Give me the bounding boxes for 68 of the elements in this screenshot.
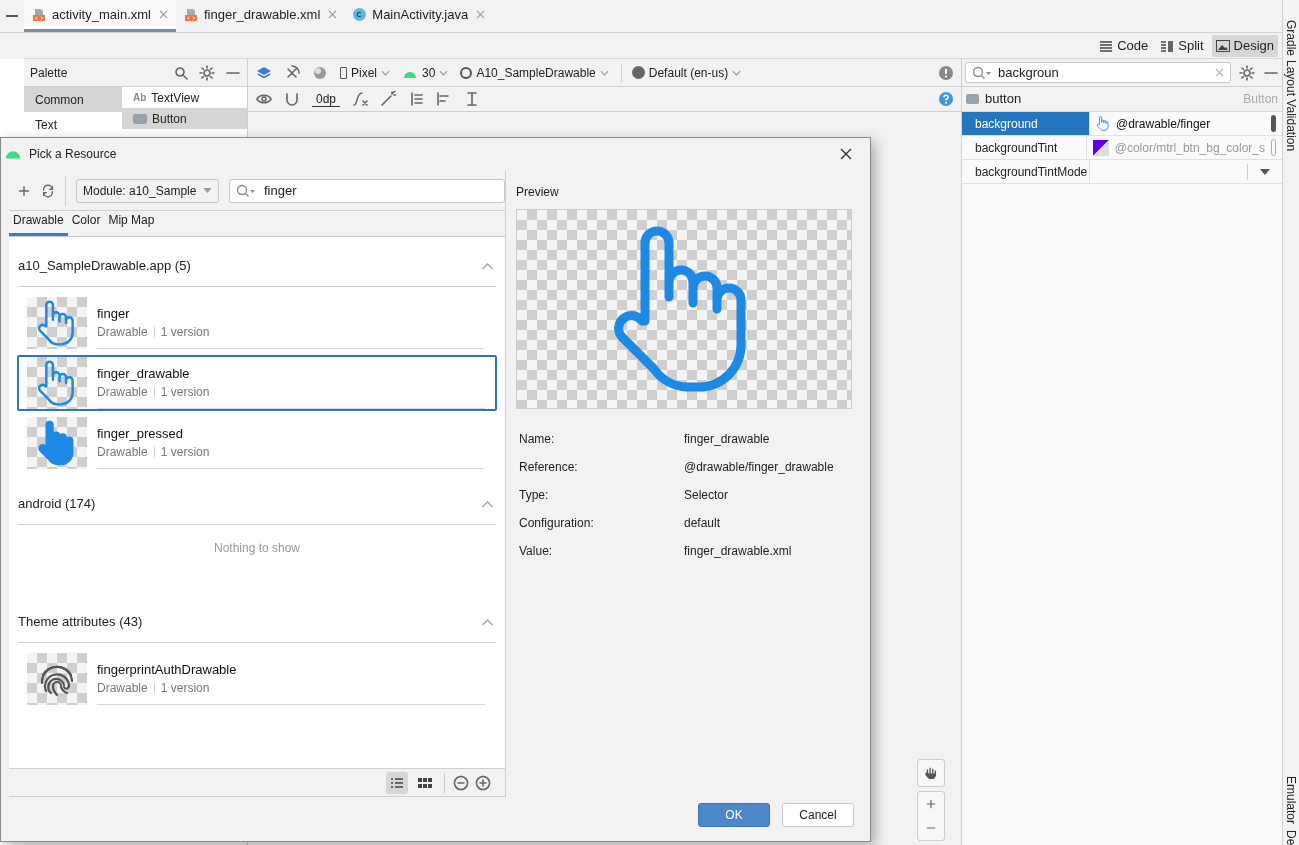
field-value: Selector bbox=[684, 487, 729, 504]
module-dropdown[interactable]: Module: a10_Sample bbox=[76, 178, 219, 203]
resource-item[interactable]: finger_drawable Drawable 1 version bbox=[17, 355, 497, 411]
component-type: Button bbox=[1243, 91, 1278, 108]
view-mode-button[interactable]: Split bbox=[1156, 34, 1208, 57]
attribute-value[interactable]: @drawable/finger bbox=[1116, 114, 1265, 133]
version-count: 1 version bbox=[160, 323, 210, 341]
version-count: 1 version bbox=[160, 679, 210, 697]
attribute-name[interactable]: background bbox=[962, 112, 1090, 135]
text-icon: Ab bbox=[133, 90, 147, 105]
resource-tab[interactable]: Color bbox=[67, 211, 105, 236]
resource-item[interactable]: finger Drawable 1 version bbox=[17, 295, 497, 351]
resource-name: fingerprintAuthDrawable bbox=[97, 660, 238, 679]
resource-type: Drawable bbox=[97, 383, 148, 401]
editor-tab[interactable]: MainActivity.java bbox=[345, 0, 494, 32]
version-count: 1 version bbox=[160, 443, 210, 461]
tab-label: activity_main.xml bbox=[52, 5, 151, 24]
resource-tab[interactable]: Mip Map bbox=[104, 211, 159, 236]
attribute-name[interactable]: backgroundTintMode bbox=[962, 160, 1090, 183]
editor-tab[interactable]: activity_main.xml bbox=[24, 0, 176, 32]
component-name: button bbox=[985, 90, 1023, 109]
panel-title: Palette bbox=[30, 64, 69, 82]
field-value: finger_drawable bbox=[684, 431, 770, 448]
version-count: 1 version bbox=[160, 383, 210, 401]
field-label: Name: bbox=[518, 431, 556, 448]
resource-name: finger_drawable bbox=[97, 364, 191, 383]
field-label: Reference: bbox=[518, 459, 579, 476]
resource-type: Drawable bbox=[97, 323, 148, 341]
cancel-button[interactable]: Cancel bbox=[782, 803, 854, 827]
palette-category[interactable]: Common bbox=[24, 87, 122, 112]
field-label: Configuration: bbox=[518, 515, 595, 532]
resource-name: finger bbox=[97, 304, 131, 323]
resource-type: Drawable bbox=[97, 443, 148, 461]
tool-window-tab[interactable]: Gradle bbox=[1278, 20, 1299, 57]
resource-item[interactable]: fingerprintAuthDrawable Drawable 1 version bbox=[17, 651, 497, 707]
resource-item[interactable]: finger_pressed Drawable 1 version bbox=[17, 415, 497, 471]
tool-window-tab[interactable]: Layout Validation bbox=[1278, 60, 1299, 152]
tool-window-tab[interactable]: De bbox=[1278, 829, 1299, 845]
device-dropdown[interactable]: Pixel bbox=[340, 63, 390, 82]
empty-message: Nothing to show bbox=[213, 540, 301, 557]
field-value: finger_drawable.xml bbox=[684, 543, 792, 560]
tool-window-tab[interactable]: Emulator bbox=[1278, 775, 1299, 824]
preview-title: Preview bbox=[516, 184, 560, 201]
view-mode-button[interactable]: Design bbox=[1211, 34, 1278, 57]
attribute-search-field[interactable]: backgroun bbox=[965, 62, 1231, 83]
api-dropdown[interactable]: 30 bbox=[402, 63, 449, 82]
palette-item[interactable]: Button bbox=[122, 108, 247, 129]
view-mode-button[interactable]: Code bbox=[1095, 34, 1153, 57]
field-value: @drawable/finger_drawable bbox=[684, 459, 834, 476]
locale-dropdown[interactable]: Default (en-us) bbox=[620, 63, 742, 82]
section-title: Theme attributes (43) bbox=[18, 612, 143, 631]
editor-tab[interactable]: finger_drawable.xml bbox=[175, 0, 346, 32]
default-margin-field[interactable]: 0dp bbox=[312, 91, 341, 107]
tab-label: finger_drawable.xml bbox=[203, 5, 321, 24]
dialog-title: Pick a Resource bbox=[29, 146, 118, 163]
field-label: Type: bbox=[518, 487, 550, 504]
attribute-name[interactable]: backgroundTint bbox=[962, 136, 1087, 159]
section-title: android (174) bbox=[18, 494, 96, 513]
section-title: a10_SampleDrawable.app (5) bbox=[18, 256, 191, 275]
field-label: Value: bbox=[518, 543, 554, 560]
field-value: default bbox=[684, 515, 721, 532]
theme-dropdown[interactable]: A10_SampleDrawable bbox=[460, 63, 609, 82]
ok-button[interactable]: OK bbox=[698, 803, 770, 827]
tab-label: MainActivity.java bbox=[372, 5, 469, 24]
resource-search-field[interactable]: finger bbox=[229, 178, 505, 203]
palette-category[interactable]: Text bbox=[24, 112, 122, 137]
resource-type: Drawable bbox=[97, 679, 148, 697]
resource-name: finger_pressed bbox=[97, 424, 184, 443]
